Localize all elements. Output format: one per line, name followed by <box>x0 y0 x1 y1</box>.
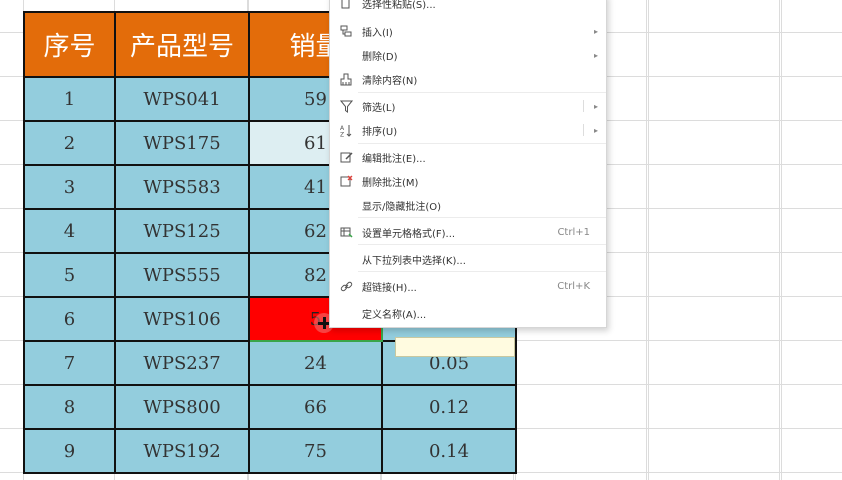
cell-no[interactable]: 5 <box>23 252 116 298</box>
submenu-arrow-icon: ▸ <box>593 101 598 111</box>
table-row: 9 WPS192 75 0.14 <box>23 428 517 474</box>
clear-content-icon <box>339 72 353 86</box>
submenu-arrow-icon: ▸ <box>593 125 598 135</box>
edit-comment-icon <box>339 150 353 164</box>
cell-model[interactable]: WPS106 <box>114 296 250 342</box>
cell-input-tooltip <box>395 337 515 357</box>
cell-model[interactable]: WPS555 <box>114 252 250 298</box>
cell-no[interactable]: 1 <box>23 76 116 122</box>
menu-separator <box>358 217 606 218</box>
cell-sales[interactable]: 75 <box>248 428 383 474</box>
cell-no[interactable]: 6 <box>23 296 116 342</box>
menu-item-hyperlink[interactable]: 超链接(H)... Ctrl+K <box>330 274 606 298</box>
cell-ratio[interactable]: 0.14 <box>381 428 517 474</box>
header-cell-model[interactable]: 产品型号 <box>114 11 250 78</box>
menu-separator <box>358 92 606 93</box>
cell-sales[interactable]: 66 <box>248 384 383 430</box>
menu-separator <box>358 143 606 144</box>
cell-sales[interactable]: 24 <box>248 340 383 386</box>
cell-model[interactable]: WPS041 <box>114 76 250 122</box>
format-cells-icon <box>339 225 353 239</box>
cell-model[interactable]: WPS192 <box>114 428 250 474</box>
menu-separator <box>358 244 606 245</box>
menu-item-show-hide-comment[interactable]: 显示/隐藏批注(O) <box>330 193 606 217</box>
delete-comment-icon <box>339 174 353 188</box>
cell-model[interactable]: WPS125 <box>114 208 250 254</box>
header-cell-no[interactable]: 序号 <box>23 11 116 78</box>
menu-item-clear-content[interactable]: 清除内容(N) <box>330 67 606 91</box>
menu-item-format-cells[interactable]: 设置单元格格式(F)... Ctrl+1 <box>330 220 606 244</box>
context-menu: 选择性粘贴(S)... 插入(I) ▸ 删除(D) ▸ 清除内容(N) 筛选(L… <box>329 0 607 328</box>
menu-separator <box>358 271 606 272</box>
submenu-arrow-icon: ▸ <box>593 50 598 60</box>
sort-icon: AZ <box>339 123 353 137</box>
menu-item-pick-from-list[interactable]: 从下拉列表中选择(K)... <box>330 247 606 271</box>
cell-no[interactable]: 7 <box>23 340 116 386</box>
menu-item-define-name[interactable]: 定义名称(A)... <box>330 301 606 325</box>
cell-no[interactable]: 9 <box>23 428 116 474</box>
cell-ratio[interactable]: 0.12 <box>381 384 517 430</box>
table-row: 8 WPS800 66 0.12 <box>23 384 517 430</box>
hyperlink-icon <box>339 279 353 293</box>
cell-no[interactable]: 8 <box>23 384 116 430</box>
menu-item-edit-comment[interactable]: 编辑批注(E)... <box>330 145 606 169</box>
menu-item-sort[interactable]: AZ 排序(U) ▸ <box>330 118 606 142</box>
menu-item-insert[interactable]: 插入(I) ▸ <box>330 19 606 43</box>
menu-item-delete-comment[interactable]: 删除批注(M) <box>330 169 606 193</box>
insert-icon <box>339 24 353 38</box>
filter-icon <box>339 99 353 113</box>
menu-item-paste-special[interactable]: 选择性粘贴(S)... <box>330 0 606 15</box>
svg-text:Z: Z <box>340 131 344 137</box>
menu-item-filter[interactable]: 筛选(L) ▸ <box>330 94 606 118</box>
submenu-arrow-icon: ▸ <box>593 26 598 36</box>
menu-item-delete[interactable]: 删除(D) ▸ <box>330 43 606 67</box>
cell-model[interactable]: WPS583 <box>114 164 250 210</box>
cell-no[interactable]: 3 <box>23 164 116 210</box>
cell-no[interactable]: 2 <box>23 120 116 166</box>
cell-model[interactable]: WPS800 <box>114 384 250 430</box>
cell-no[interactable]: 4 <box>23 208 116 254</box>
paste-special-icon <box>339 0 353 10</box>
cell-model[interactable]: WPS175 <box>114 120 250 166</box>
cell-model[interactable]: WPS237 <box>114 340 250 386</box>
